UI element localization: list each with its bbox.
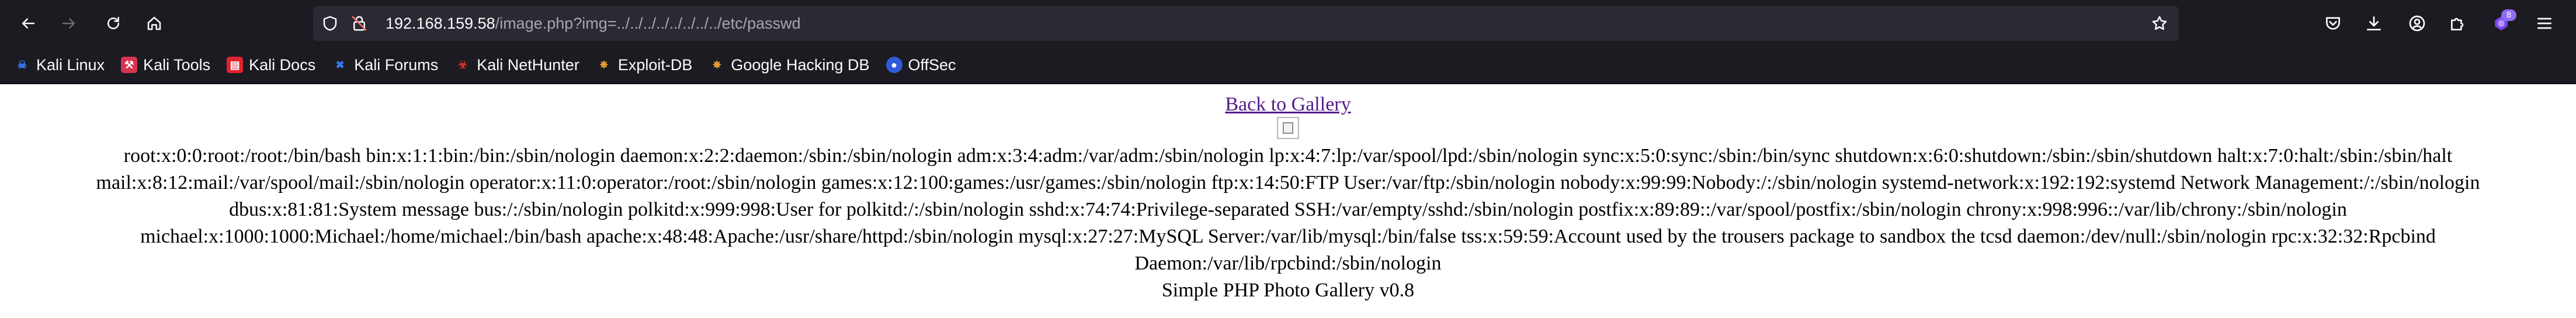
nethunter-icon: ☣ xyxy=(458,58,468,71)
bookmark-kali-nethunter[interactable]: ☣ Kali NetHunter xyxy=(454,52,579,78)
page-content: Back to Gallery root:x:0:0:root:/root:/b… xyxy=(0,85,2576,318)
kali-tools-icon: ⚒ xyxy=(121,57,138,73)
bookmark-label: Kali Linux xyxy=(36,56,105,74)
bookmark-kali-linux[interactable]: ☠ Kali Linux xyxy=(14,52,105,78)
account-icon xyxy=(2409,15,2425,32)
ghdb-icon: ✵ xyxy=(712,58,721,71)
arrow-right-icon xyxy=(62,18,75,29)
bookmark-exploit-db[interactable]: ✵ Exploit-DB xyxy=(596,52,693,78)
reload-icon xyxy=(107,16,119,29)
downloads-button[interactable] xyxy=(2358,7,2390,40)
bookmark-google-hacking-db[interactable]: ✵ Google Hacking DB xyxy=(709,52,870,78)
url-text[interactable]: 192.168.159.58/image.php?img=../../../..… xyxy=(386,6,801,41)
kali-dragon-icon: ☠ xyxy=(17,58,27,71)
bookmark-label: Exploit-DB xyxy=(617,56,693,74)
account-button[interactable] xyxy=(2401,7,2433,40)
bookmark-label: Kali NetHunter xyxy=(477,56,579,74)
menu-button[interactable] xyxy=(2528,7,2561,40)
url-host: 192.168.159.58 xyxy=(386,15,495,32)
lock-warning-icon[interactable] xyxy=(350,15,368,32)
kali-docs-icon: ▤ xyxy=(227,57,244,73)
bookmark-offsec[interactable]: ● OffSec xyxy=(886,52,956,78)
navigation-toolbar: 192.168.159.58/image.php?img=../../../..… xyxy=(0,0,2576,47)
arrow-left-icon xyxy=(22,18,35,29)
offsec-icon: ● xyxy=(886,57,902,73)
extensions-badge: 8 xyxy=(2501,9,2516,21)
extensions-button[interactable] xyxy=(2442,7,2474,40)
bookmark-kali-docs[interactable]: ▤ Kali Docs xyxy=(227,52,315,78)
star-icon[interactable] xyxy=(2151,15,2168,32)
bookmarks-toolbar: ☠ Kali Linux ⚒ Kali Tools ▤ Kali Docs ✖ … xyxy=(0,47,2576,84)
puzzle-icon xyxy=(2451,18,2464,30)
bookmark-label: Kali Forums xyxy=(354,56,439,74)
broken-image-icon xyxy=(1277,117,1299,139)
kali-forums-icon: ✖ xyxy=(335,58,345,71)
url-path: /image.php?img=../../../../../../../../e… xyxy=(495,15,801,32)
kali-extension-button[interactable]: 8 xyxy=(2485,7,2518,40)
home-icon xyxy=(147,16,161,30)
home-button[interactable] xyxy=(138,7,171,40)
pocket-icon xyxy=(2326,17,2340,30)
back-to-gallery-link[interactable]: Back to Gallery xyxy=(1225,92,1351,117)
passwd-file-content: root:x:0:0:root:/root:/bin/bash bin:x:1:… xyxy=(96,145,2480,274)
pocket-button[interactable] xyxy=(2317,7,2349,40)
reload-button[interactable] xyxy=(97,7,130,40)
bookmark-label: Kali Docs xyxy=(249,56,316,74)
bookmark-label: OffSec xyxy=(908,56,956,74)
back-button[interactable] xyxy=(12,7,44,40)
forward-button[interactable] xyxy=(53,7,85,40)
shield-icon[interactable] xyxy=(321,15,339,32)
bookmark-label: Kali Tools xyxy=(143,56,211,74)
download-icon xyxy=(2367,16,2381,30)
exploit-db-icon: ✵ xyxy=(599,58,609,71)
url-bar[interactable]: 192.168.159.58/image.php?img=../../../..… xyxy=(313,6,2179,41)
bookmark-kali-forums[interactable]: ✖ Kali Forums xyxy=(332,52,439,78)
gallery-footer: Simple PHP Photo Gallery v0.8 xyxy=(1161,279,1415,301)
bookmark-label: Google Hacking DB xyxy=(731,56,870,74)
hamburger-menu-icon xyxy=(2537,18,2551,29)
bookmark-kali-tools[interactable]: ⚒ Kali Tools xyxy=(121,52,210,78)
